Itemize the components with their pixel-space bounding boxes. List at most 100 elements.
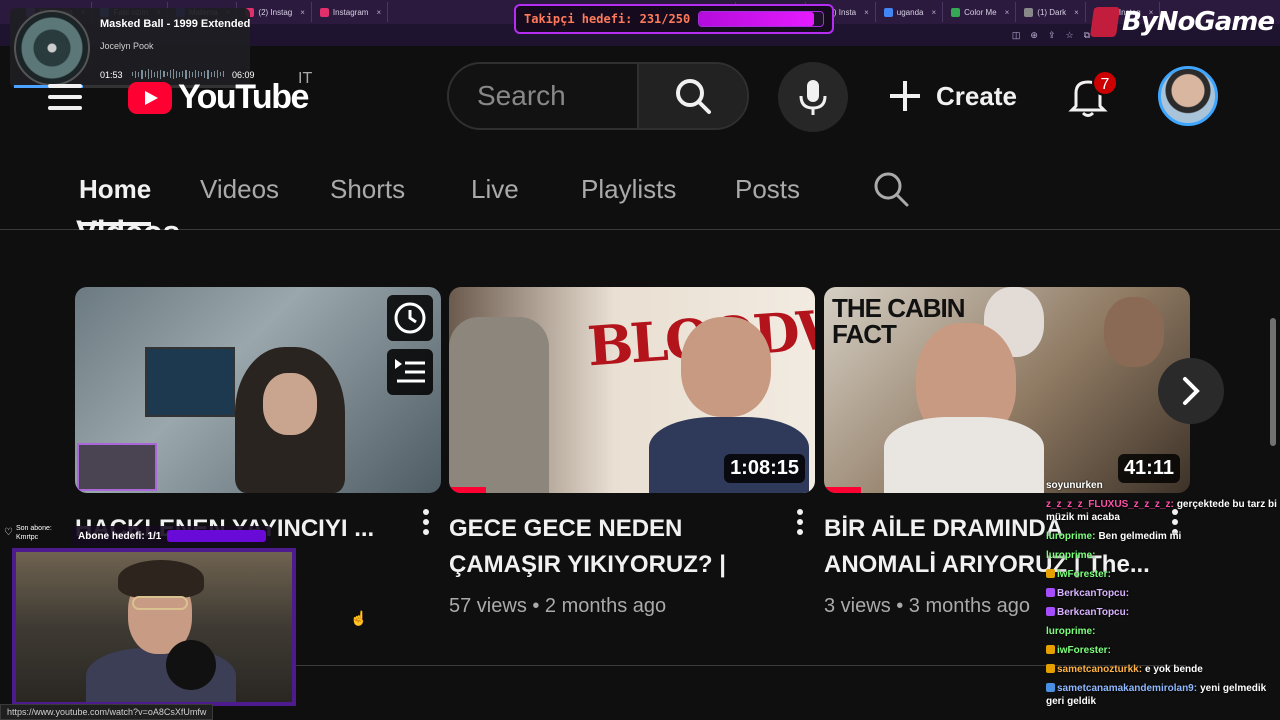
- notification-count-badge: 7: [1092, 70, 1118, 96]
- search-button[interactable]: [637, 64, 747, 128]
- tab-home[interactable]: Home: [79, 174, 152, 226]
- search-input[interactable]: Search: [449, 64, 637, 128]
- chat-badge-icon: [1046, 607, 1055, 616]
- browser-tab[interactable]: Color Me ×: [945, 2, 1017, 22]
- close-tab-icon[interactable]: ×: [864, 8, 869, 17]
- extension-icon[interactable]: ◫: [1012, 30, 1021, 41]
- share-icon[interactable]: ⇪: [1048, 30, 1056, 41]
- close-tab-icon[interactable]: ×: [376, 8, 381, 17]
- video-menu-button[interactable]: [797, 509, 805, 535]
- close-tab-icon[interactable]: ×: [1074, 8, 1079, 17]
- tab-live[interactable]: Live: [471, 174, 519, 205]
- subscriber-goal-widget: Abone hedefi: 1/1: [72, 526, 272, 546]
- chat-username: sametcanozturkk:: [1057, 664, 1143, 675]
- browser-tab-label: (2) Instag: [258, 7, 293, 17]
- webcam-microphone: [166, 640, 216, 690]
- video-duration: 1:08:15: [724, 454, 805, 483]
- stream-logo-text: ByNoGame: [1122, 7, 1275, 37]
- video-menu-button[interactable]: [423, 509, 431, 535]
- heart-icon: ♡: [4, 527, 13, 538]
- stream-logo: ByNoGame: [1089, 2, 1278, 42]
- puzzle-icon[interactable]: ⧉: [1084, 30, 1090, 41]
- watched-progress: [824, 487, 861, 493]
- thumbnail-face: [263, 373, 317, 435]
- country-code: IT: [298, 70, 313, 87]
- video-title[interactable]: GECE GECE NEDEN ÇAMAŞIR YIKIYORUZ? | Blo…: [449, 511, 779, 583]
- search-icon: [874, 172, 909, 207]
- zoom-icon[interactable]: ⊕: [1030, 30, 1038, 41]
- chat-username: BerkcanTopcu:: [1057, 607, 1130, 618]
- youtube-logo[interactable]: YouTube: [128, 78, 309, 117]
- tab-favicon-icon: [319, 7, 329, 17]
- thumbnail-webcam-inset: [77, 443, 157, 491]
- chat-message: iwForester:: [1046, 568, 1280, 581]
- search-bar: Search: [447, 62, 749, 130]
- close-tab-icon[interactable]: ×: [1005, 8, 1010, 17]
- subscriber-goal-bar: [167, 530, 266, 542]
- song-elapsed: 01:53: [100, 70, 123, 80]
- streamer-webcam: [12, 548, 296, 706]
- webcam-hair: [118, 560, 204, 598]
- chat-message: iwForester:: [1046, 644, 1280, 657]
- queue-icon: [395, 359, 425, 383]
- chat-username: BerkcanTopcu:: [1057, 588, 1130, 599]
- microphone-icon: [799, 80, 827, 115]
- tab-videos[interactable]: Videos: [200, 174, 279, 205]
- add-to-queue-button[interactable]: [387, 349, 433, 395]
- video-card[interactable]: BLOODWASH 1:08:15 GECE GECE NEDEN ÇAMAŞI…: [449, 287, 815, 618]
- create-label: Create: [936, 80, 1017, 111]
- notifications-button[interactable]: 7: [1068, 70, 1118, 118]
- page-scrollbar[interactable]: [1270, 318, 1276, 446]
- browser-tab[interactable]: Instagram ×: [314, 2, 389, 22]
- chat-username: soyunurken: [1046, 480, 1103, 491]
- browser-tab[interactable]: uganda ×: [878, 2, 944, 22]
- video-thumbnail[interactable]: THE CABIN FACT 41:11: [824, 287, 1190, 493]
- thumbnail-face: [681, 317, 771, 417]
- next-videos-button[interactable]: [1158, 358, 1224, 424]
- chat-badge-icon: [1046, 588, 1055, 597]
- bookmark-star-icon[interactable]: ☆: [1065, 30, 1073, 41]
- chat-badge-icon: [1046, 664, 1055, 673]
- tab-shorts[interactable]: Shorts: [330, 174, 405, 205]
- chat-text: Ben gelmedim mi: [1098, 531, 1182, 542]
- last-subscriber-name: Kmrtpc: [16, 534, 39, 541]
- chat-badge-icon: [1046, 645, 1055, 654]
- video-thumbnail[interactable]: [75, 287, 441, 493]
- browser-tab[interactable]: (2) Instag ×: [239, 2, 312, 22]
- follower-goal-widget: Takipçi hedefi: 231/250: [514, 4, 834, 34]
- close-tab-icon[interactable]: ×: [300, 8, 305, 17]
- section-title: Videos: [76, 204, 180, 230]
- song-title: Masked Ball - 1999 Extended M: [100, 18, 250, 30]
- watch-later-button[interactable]: [387, 295, 433, 341]
- song-artist: Jocelyn Pook: [100, 41, 154, 51]
- close-tab-icon[interactable]: ×: [931, 8, 936, 17]
- tab-posts[interactable]: Posts: [735, 174, 800, 205]
- mouse-cursor-icon: ☝: [350, 610, 368, 626]
- browser-tab-label: Instagram: [332, 7, 369, 17]
- video-thumbnail[interactable]: BLOODWASH 1:08:15: [449, 287, 815, 493]
- create-button[interactable]: Create: [888, 76, 1017, 116]
- link-status-url: https://www.youtube.com/watch?v=oA8CsXfU…: [0, 704, 214, 720]
- thumbnail-mask-figure: [449, 317, 549, 493]
- menu-button[interactable]: [48, 84, 82, 110]
- browser-tab[interactable]: (1) Dark ×: [1018, 2, 1086, 22]
- last-subscriber-widget: ♡ Son abone: Kmrtpc: [2, 524, 60, 546]
- chat-badge-icon: [1046, 569, 1055, 578]
- now-playing-widget: Masked Ball - 1999 Extended M Jocelyn Po…: [10, 8, 255, 88]
- voice-search-button[interactable]: [778, 62, 848, 132]
- video-meta: 57 views • 2 months ago: [449, 595, 667, 617]
- browser-tab-label: uganda: [896, 7, 924, 17]
- subscriber-goal-label: Abone hedefi: 1/1: [78, 530, 162, 542]
- chat-message: BerkcanTopcu:: [1046, 587, 1280, 600]
- clock-icon: [394, 302, 426, 334]
- chat-message: BerkcanTopcu:: [1046, 606, 1280, 619]
- webcam-glasses: [132, 596, 188, 610]
- account-avatar[interactable]: [1158, 66, 1218, 126]
- follower-goal-bar: [698, 11, 824, 27]
- chat-username: luroprime:: [1046, 550, 1096, 561]
- chat-message: luroprime:: [1046, 625, 1280, 638]
- chat-message: luroprime:: [1046, 549, 1280, 562]
- chat-text: e yok bende: [1145, 664, 1203, 675]
- channel-search-button[interactable]: [872, 170, 910, 213]
- tab-playlists[interactable]: Playlists: [581, 174, 676, 205]
